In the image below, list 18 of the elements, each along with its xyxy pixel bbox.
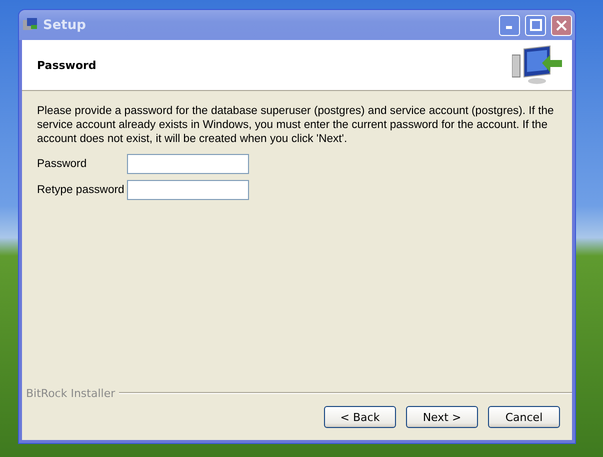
installer-brand: BitRock Installer — [26, 386, 116, 400]
password-field[interactable] — [127, 154, 249, 174]
close-icon — [556, 20, 567, 30]
maximize-icon — [530, 19, 542, 31]
password-field[interactable] — [127, 180, 249, 200]
computer-arrow-icon — [512, 45, 564, 85]
maximize-button[interactable] — [525, 14, 546, 36]
minimize-button[interactable] — [499, 14, 520, 36]
page-title: Password — [37, 58, 96, 72]
wizard-button[interactable]: < Back — [324, 406, 396, 428]
close-button[interactable] — [551, 14, 572, 36]
wizard-button[interactable]: Cancel — [488, 406, 560, 428]
description-text: Please provide a password for the database superuser (postgres) and service account (postgres). If the service account already exists in Windows, you must enter the current password for the account. If the account does not exist, it will be created when you click 'Next'. — [37, 104, 555, 146]
wizard-button[interactable]: Next > — [406, 406, 478, 428]
field-label: Password — [37, 158, 88, 170]
window-title: Setup — [43, 18, 87, 32]
field-label: Retype password — [37, 184, 126, 196]
setup-icon — [22, 17, 38, 33]
